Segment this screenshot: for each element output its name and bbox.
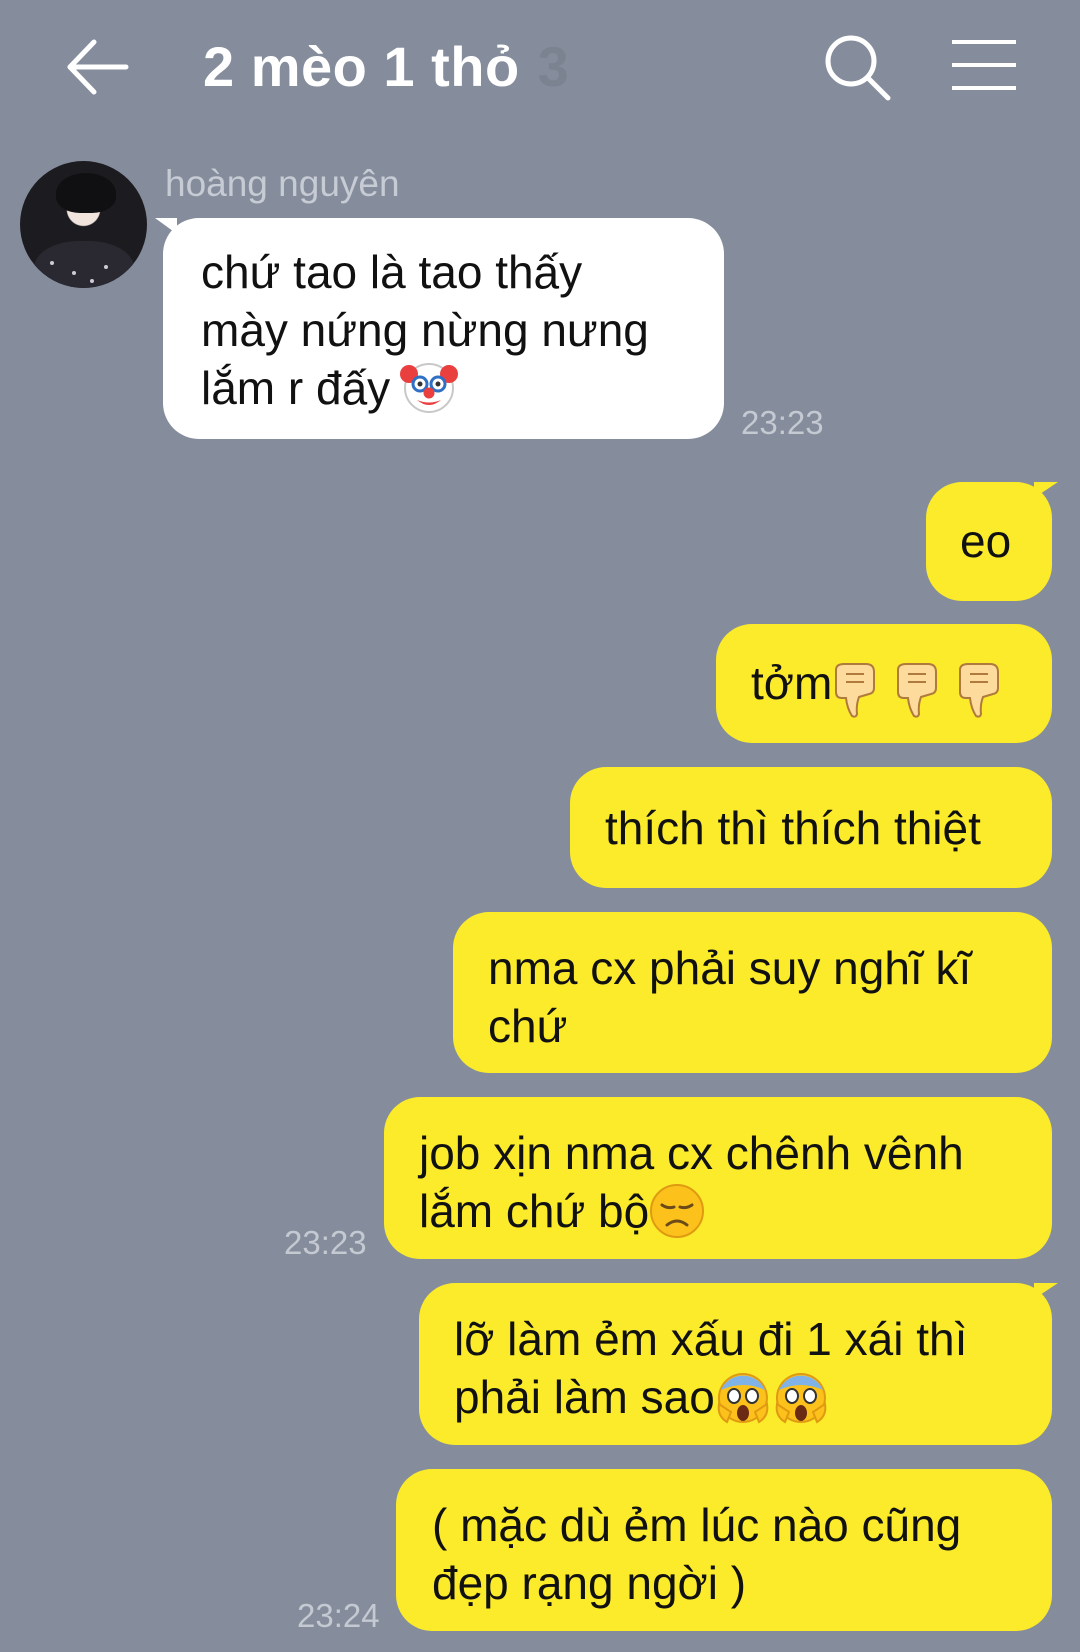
message-time: 23:23	[284, 1224, 367, 1261]
search-button[interactable]	[820, 30, 895, 105]
member-count: 3	[537, 35, 570, 98]
message-time: 23:24	[297, 1597, 380, 1634]
chat-title-text: 2 mèo 1 thỏ	[203, 35, 520, 98]
message-text: lỡ làm ẻm xấu đi 1 xái thì phải làm sao	[454, 1313, 968, 1423]
screaming-face-emoji-group	[715, 1366, 829, 1428]
sender-avatar[interactable]	[20, 161, 147, 288]
message-text: nma cx phải suy nghĩ kĩ chứ	[488, 942, 972, 1052]
back-button[interactable]	[62, 30, 142, 105]
thumbs-down-emoji	[959, 662, 1000, 718]
clown-face-emoji	[400, 362, 459, 413]
hamburger-menu-icon	[952, 40, 1016, 90]
chat-header: 2 mèo 1 thỏ 3	[0, 0, 1080, 140]
menu-button[interactable]	[948, 36, 1020, 96]
message-time: 23:23	[741, 404, 824, 441]
outgoing-message-bubble[interactable]: tởm	[716, 624, 1052, 743]
thumbs-down-emoji	[835, 662, 876, 718]
message-text: eo	[960, 515, 1012, 567]
message-text: tởm	[751, 657, 833, 709]
disappointed-face-emoji	[650, 1183, 705, 1238]
screaming-face-emoji	[717, 1372, 769, 1424]
incoming-message-bubble[interactable]: chứ tao là tao thấy mày nứng nừng nưng l…	[163, 218, 724, 439]
thumbs-down-emoji	[897, 662, 938, 718]
thumbs-down-emoji-group	[834, 656, 1010, 718]
sender-name: hoàng nguyên	[165, 163, 400, 204]
search-icon	[825, 35, 891, 101]
arrow-left-icon	[67, 39, 129, 95]
chat-screen: 2 mèo 1 thỏ 3 hoàng nguyên chứ tao là tao…	[0, 0, 1080, 1652]
outgoing-message-bubble[interactable]: thích thì thích thiệt	[570, 767, 1052, 888]
outgoing-message-bubble[interactable]: ( mặc dù ẻm lúc nào cũng đẹp rạng ngời )	[396, 1469, 1052, 1631]
outgoing-message-bubble[interactable]: job xịn nma cx chênh vênh lắm chứ bộ	[384, 1097, 1052, 1259]
chat-title: 2 mèo 1 thỏ 3	[203, 34, 569, 99]
message-text: ( mặc dù ẻm lúc nào cũng đẹp rạng ngời )	[432, 1499, 962, 1609]
screaming-face-emoji	[775, 1372, 827, 1424]
outgoing-message-bubble[interactable]: nma cx phải suy nghĩ kĩ chứ	[453, 912, 1052, 1073]
outgoing-message-bubble[interactable]: lỡ làm ẻm xấu đi 1 xái thì phải làm sao	[419, 1283, 1052, 1445]
outgoing-message-bubble[interactable]: eo	[926, 482, 1052, 601]
message-text: thích thì thích thiệt	[605, 802, 981, 854]
